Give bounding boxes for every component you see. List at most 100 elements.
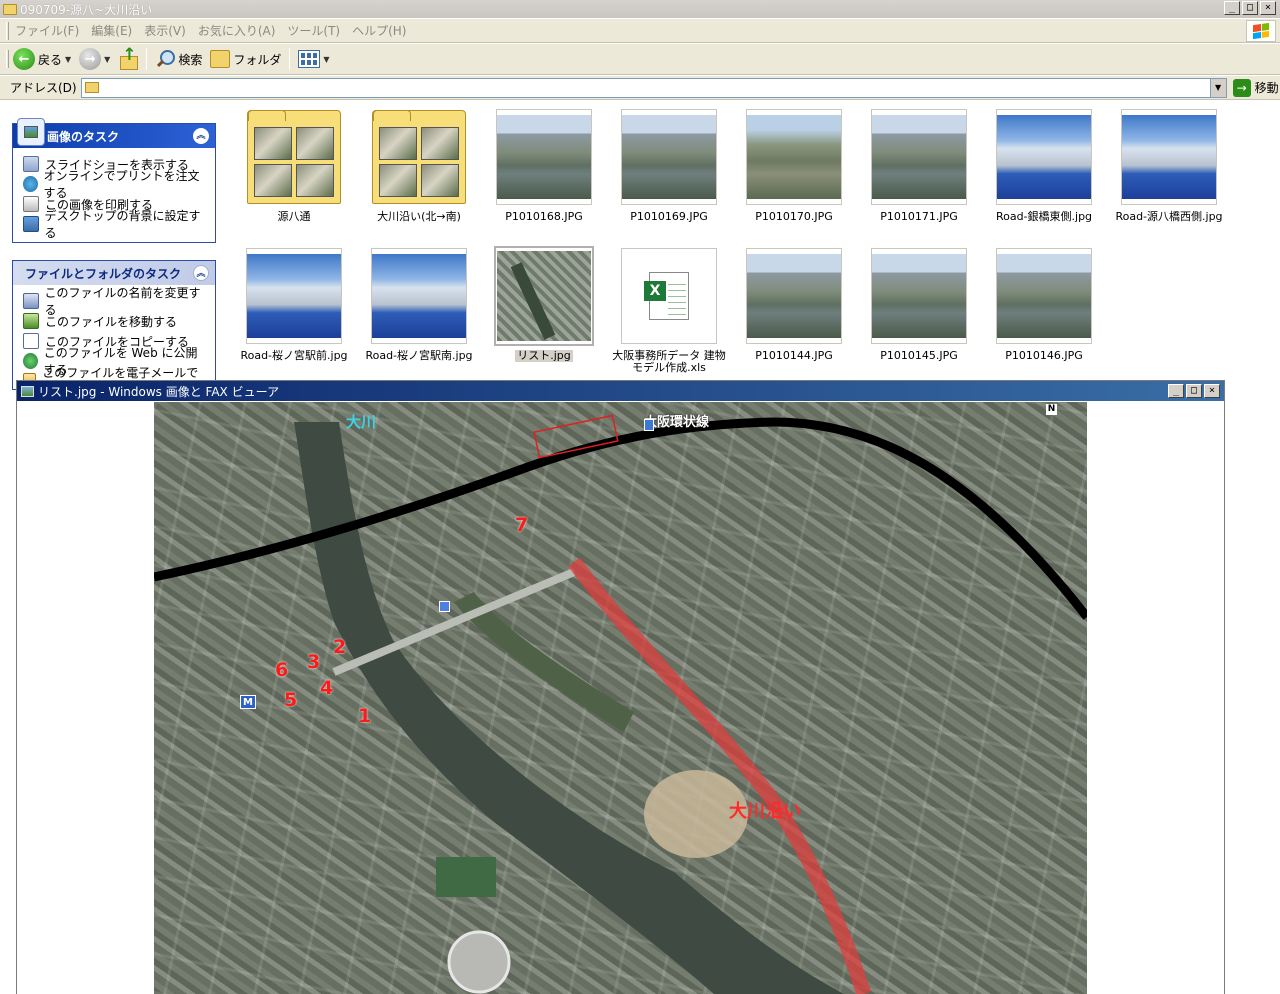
photo-thumbnail [997,254,1091,338]
toolbar-separator [146,48,148,70]
round-building [447,930,511,994]
file-item[interactable]: P1010170.JPG [734,109,854,223]
forward-arrow-icon: → [79,48,102,70]
viewer-minimize-button[interactable]: _ [1168,384,1184,398]
back-arrow-icon: ← [13,48,35,70]
photo-thumbnail [1122,115,1216,199]
file-name: P1010144.JPG [755,349,833,362]
file-item[interactable]: P1010146.JPG [984,248,1104,362]
file-thumbnail [494,246,594,346]
file-thumbnail [871,248,967,344]
window-title: 090709-源八~大川沿い [20,2,153,17]
file-name: 大川沿い(北→南) [377,210,461,223]
viewer-title: リスト.jpg - Windows 画像と FAX ビューア [38,384,280,399]
file-item[interactable]: P1010171.JPG [859,109,979,223]
green-block [436,857,496,897]
menu-file[interactable]: ファイル(F) [9,22,85,39]
file-list-view: 源八通 大川沿い(北→南) P1010168.JPG P1010169.JPG … [232,101,1280,381]
file-thumbnail [371,109,467,205]
go-arrow-icon: → [1232,78,1251,97]
menu-edit[interactable]: 編集(E) [85,22,138,39]
task-rename[interactable]: このファイルの名前を変更する [23,286,207,317]
up-button[interactable] [114,45,142,72]
close-button[interactable]: × [1260,1,1276,15]
file-name: リスト.jpg [515,349,573,362]
minimize-button[interactable]: _ [1224,1,1240,15]
station-marker-icon [644,419,654,431]
go-button[interactable]: → 移動 [1232,78,1279,97]
file-thumbnail [1121,109,1217,205]
file-item-selected[interactable]: リスト.jpg [484,246,604,362]
map-thumbnail [497,251,591,341]
back-dropdown-icon[interactable]: ▼ [65,55,71,64]
standard-toolbar: ← 戻る ▼ → ▼ 検索 フォルダ ▼ [0,44,1280,75]
forward-dropdown-icon[interactable]: ▼ [104,55,110,64]
views-dropdown-icon[interactable]: ▼ [323,55,329,64]
file-tasks-header[interactable]: ファイルとフォルダのタスク ︽ [13,261,215,285]
viewer-close-button[interactable]: × [1204,384,1220,398]
forward-button[interactable]: → ▼ [75,46,114,72]
file-item[interactable]: 源八通 [234,109,354,223]
restore-button[interactable]: □ [1242,1,1258,15]
picture-tasks-header[interactable]: 画像のタスク ︽ [13,118,215,148]
viewer-maximize-button[interactable]: □ [1186,384,1202,398]
map-marker-5: 5 [284,689,298,711]
menu-tools[interactable]: ツール(T) [281,22,346,39]
file-name: P1010145.JPG [880,349,958,362]
map-marker-3: 3 [307,651,321,673]
back-button[interactable]: ← 戻る ▼ [9,46,75,72]
photo-thumbnail [872,115,966,199]
file-item[interactable]: P1010168.JPG [484,109,604,223]
menu-help[interactable]: ヘルプ(H) [346,22,412,39]
explorer-title-bar[interactable]: 090709-源八~大川沿い _ □ × [0,0,1280,18]
file-item[interactable]: P1010144.JPG [734,248,854,362]
file-item[interactable]: 大川沿い(北→南) [359,109,479,223]
search-button[interactable]: 検索 [151,46,206,72]
file-item[interactable]: Road-銀橋東側.jpg [984,109,1104,223]
file-name: 大阪事務所データ 建物モデル作成.xls [612,349,726,374]
file-name: Road-銀橋東側.jpg [995,210,1093,223]
address-input[interactable]: ▼ [80,77,1227,98]
folders-button[interactable]: フォルダ [206,46,285,72]
file-item[interactable]: Road-源八橋西側.jpg [1109,109,1229,223]
menu-view[interactable]: 表示(V) [138,22,192,39]
picture-fax-viewer-window: リスト.jpg - Windows 画像と FAX ビューア _ □ × 大川 … [16,380,1225,994]
route-label: 大川沿い [729,801,801,822]
bridge-marker-icon [439,601,450,612]
collapse-chevron-icon[interactable]: ︽ [193,265,209,281]
file-thumbnail [246,109,342,205]
photo-thumbnail [497,115,591,199]
search-label: 検索 [178,52,203,67]
printer-icon [23,196,39,212]
file-name: P1010168.JPG [505,210,583,223]
file-name: P1010169.JPG [630,210,708,223]
folder-up-icon [118,45,139,70]
file-item[interactable]: P1010145.JPG [859,248,979,362]
file-name: 源八通 [277,210,311,223]
collapse-chevron-icon[interactable]: ︽ [193,128,209,144]
photo-thumbnail [247,254,341,338]
file-item[interactable]: Road-桜ノ宮駅南.jpg [359,248,479,362]
task-order-prints[interactable]: オンラインでプリントを注文する [23,169,207,200]
file-thumbnail [996,248,1092,344]
photo-thumbnail [372,254,466,338]
file-item[interactable]: P1010169.JPG [609,109,729,223]
menu-favorites[interactable]: お気に入り(A) [192,22,282,39]
river-label: 大川 [346,413,377,431]
file-item[interactable]: X 大阪事務所データ 建物モデル作成.xls [609,248,729,374]
file-name: Road-桜ノ宮駅南.jpg [365,349,473,362]
file-item[interactable]: Road-桜ノ宮駅前.jpg [234,248,354,362]
address-dropdown-icon[interactable]: ▼ [1209,78,1226,97]
address-folder-icon [84,82,99,93]
viewer-title-bar[interactable]: リスト.jpg - Windows 画像と FAX ビューア _ □ × [17,381,1224,401]
task-set-background[interactable]: デスクトップの背景に設定する [23,209,207,240]
photo-thumbnail [747,115,841,199]
views-button[interactable]: ▼ [294,46,333,72]
windows-flag-icon [1253,22,1269,40]
file-name: P1010146.JPG [1005,349,1083,362]
back-label: 戻る [38,52,63,67]
photo-thumbnail [747,254,841,338]
windows-logo [1246,20,1276,42]
go-label: 移動 [1254,81,1279,95]
rename-icon [23,293,39,309]
